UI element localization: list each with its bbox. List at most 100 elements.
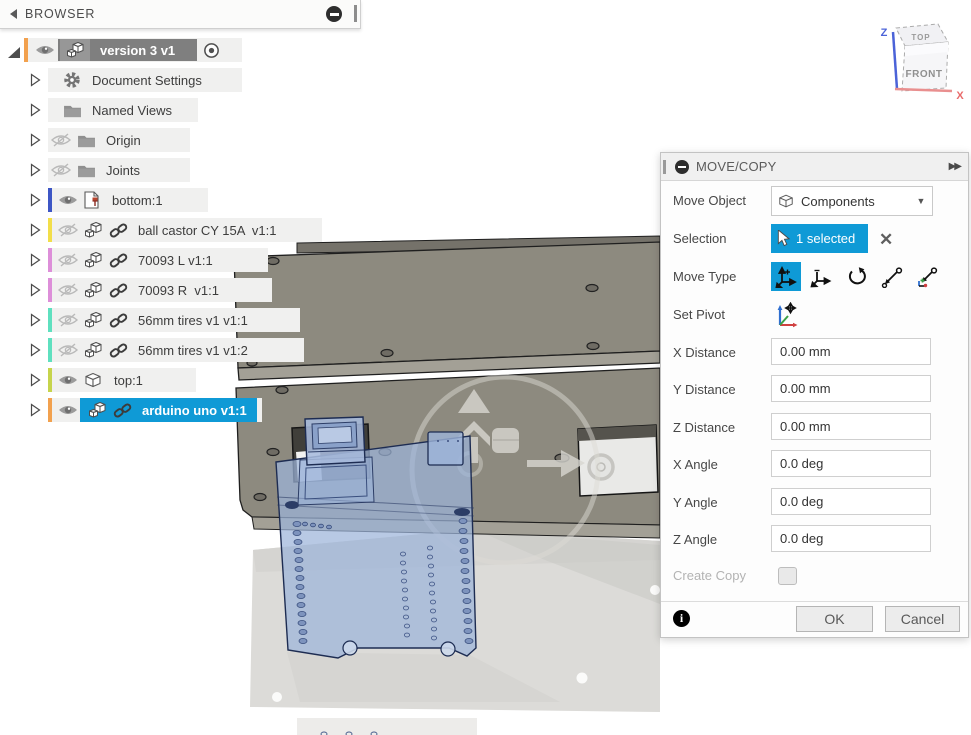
x-distance-input[interactable] [771,338,931,365]
expand-triangle-icon[interactable] [30,373,41,387]
component-color-bar [48,368,52,392]
panel-drag-grip[interactable] [354,5,357,22]
component-icon [83,251,103,269]
eye-visible-icon[interactable] [58,193,78,207]
link-icon [109,342,128,359]
expand-triangle-icon[interactable] [30,163,41,177]
ok-button[interactable]: OK [796,606,873,632]
eye-hidden-icon[interactable] [51,133,71,147]
x-axis-label: X [956,90,964,102]
eye-hidden-icon[interactable] [58,343,78,357]
selected-tree-item[interactable]: arduino uno v1:1 [80,398,257,422]
eye-hidden-icon[interactable] [58,253,78,267]
info-icon[interactable]: i [673,610,690,627]
component-icon [83,341,103,359]
eye-visible-icon[interactable] [58,403,78,417]
activate-component-radio[interactable] [202,41,221,60]
tree-item-label: bottom:1 [112,193,163,208]
tree-item-label: Joints [106,163,140,178]
z-axis-label: Z [881,27,888,39]
link-icon [109,282,128,299]
component-icon [65,41,85,59]
move-object-label: Move Object [673,193,746,208]
root-component-label: version 3 v1 [100,43,175,58]
expand-triangle-icon[interactable] [30,253,41,267]
chevron-down-icon: ▼ [910,187,932,215]
document-pin-icon [82,190,102,210]
tree-item-label: ball castor CY 15A v1:1 [138,223,277,238]
move-type-free-move-button[interactable] [771,262,801,291]
move-type-translate-button[interactable] [806,262,836,291]
root-component-chip[interactable]: version 3 v1 [58,39,197,61]
folder-icon [63,103,82,118]
y-distance-input[interactable] [771,375,931,402]
usb-connector [305,417,365,465]
dialog-dock-icon[interactable]: ▶▶ [949,161,960,172]
eye-hidden-icon[interactable] [51,163,71,177]
expand-triangle-icon[interactable] [30,343,41,357]
gear-icon [62,70,82,90]
tree-item-label: Document Settings [92,73,202,88]
root-expander-icon[interactable] [6,45,21,59]
x-angle-input[interactable] [771,450,931,477]
tree-item-label: top:1 [114,373,143,388]
z-angle-input[interactable] [771,525,931,552]
expand-triangle-icon[interactable] [30,73,41,87]
dialog-title: MOVE/COPY [696,159,777,174]
selection-chip[interactable]: 1 selected [771,224,868,253]
cancel-button[interactable]: Cancel [885,606,960,632]
cursor-icon [777,230,791,247]
component-color-bar [48,308,52,332]
power-jack [428,432,463,465]
expand-triangle-icon[interactable] [30,193,41,207]
component-icon [83,221,103,239]
fusion360-window: TOP FRONT Z X [0,0,971,735]
expand-triangle-icon[interactable] [30,133,41,147]
x-distance-label: X Distance [673,345,736,360]
y-angle-input[interactable] [771,488,931,515]
eye-hidden-icon[interactable] [58,223,78,237]
expand-triangle-icon[interactable] [30,223,41,237]
expand-triangle-icon[interactable] [30,313,41,327]
component-color-bar [48,218,52,242]
create-copy-checkbox[interactable] [778,567,797,585]
expand-triangle-icon[interactable] [30,103,41,117]
move-type-point-to-point-button[interactable] [877,262,907,291]
view-cube[interactable]: TOP FRONT Z X [881,24,965,102]
browser-panel-header[interactable]: BROWSER [0,0,361,29]
expand-triangle-icon[interactable] [30,403,41,417]
tree-item-label: Origin [106,133,141,148]
clear-selection-icon[interactable]: ✕ [879,230,893,250]
eye-visible-icon[interactable] [35,43,55,57]
move-object-dropdown[interactable]: Components ▼ [771,186,933,216]
folder-icon [77,133,96,148]
eye-hidden-icon[interactable] [58,313,78,327]
panel-collapse-icon[interactable] [10,9,17,19]
expand-triangle-icon[interactable] [30,283,41,297]
component-icon [83,281,103,299]
set-pivot-button[interactable] [771,300,801,329]
tree-item-label: 56mm tires v1 v1:1 [138,313,248,328]
dialog-minimize-icon[interactable] [675,160,689,174]
z-distance-input[interactable] [771,413,931,440]
y-angle-label: Y Angle [673,495,718,510]
component-color-bar [24,38,28,62]
component-icon [83,311,103,329]
component-color-bar [48,338,52,362]
move-type-label: Move Type [673,269,736,284]
move-copy-dialog: MOVE/COPY ▶▶ Move Object Components ▼ Se… [660,152,969,638]
tree-item-label: 56mm tires v1 v1:2 [138,343,248,358]
eye-visible-icon[interactable] [58,373,78,387]
dialog-header[interactable]: MOVE/COPY ▶▶ [661,153,968,181]
move-type-rotate-button[interactable] [842,262,872,291]
move-type-point-to-position-button[interactable] [912,262,942,291]
tree-item-label: arduino uno v1:1 [142,403,247,418]
eye-hidden-icon[interactable] [58,283,78,297]
dialog-drag-grip[interactable] [663,160,666,174]
panel-minimize-icon[interactable] [326,6,342,22]
viewcube-top-label: TOP [911,33,930,42]
tree-item-label: 70093 R v1:1 [138,283,219,298]
folder-icon [77,163,96,178]
cube-icon [777,193,795,209]
link-icon [109,252,128,269]
